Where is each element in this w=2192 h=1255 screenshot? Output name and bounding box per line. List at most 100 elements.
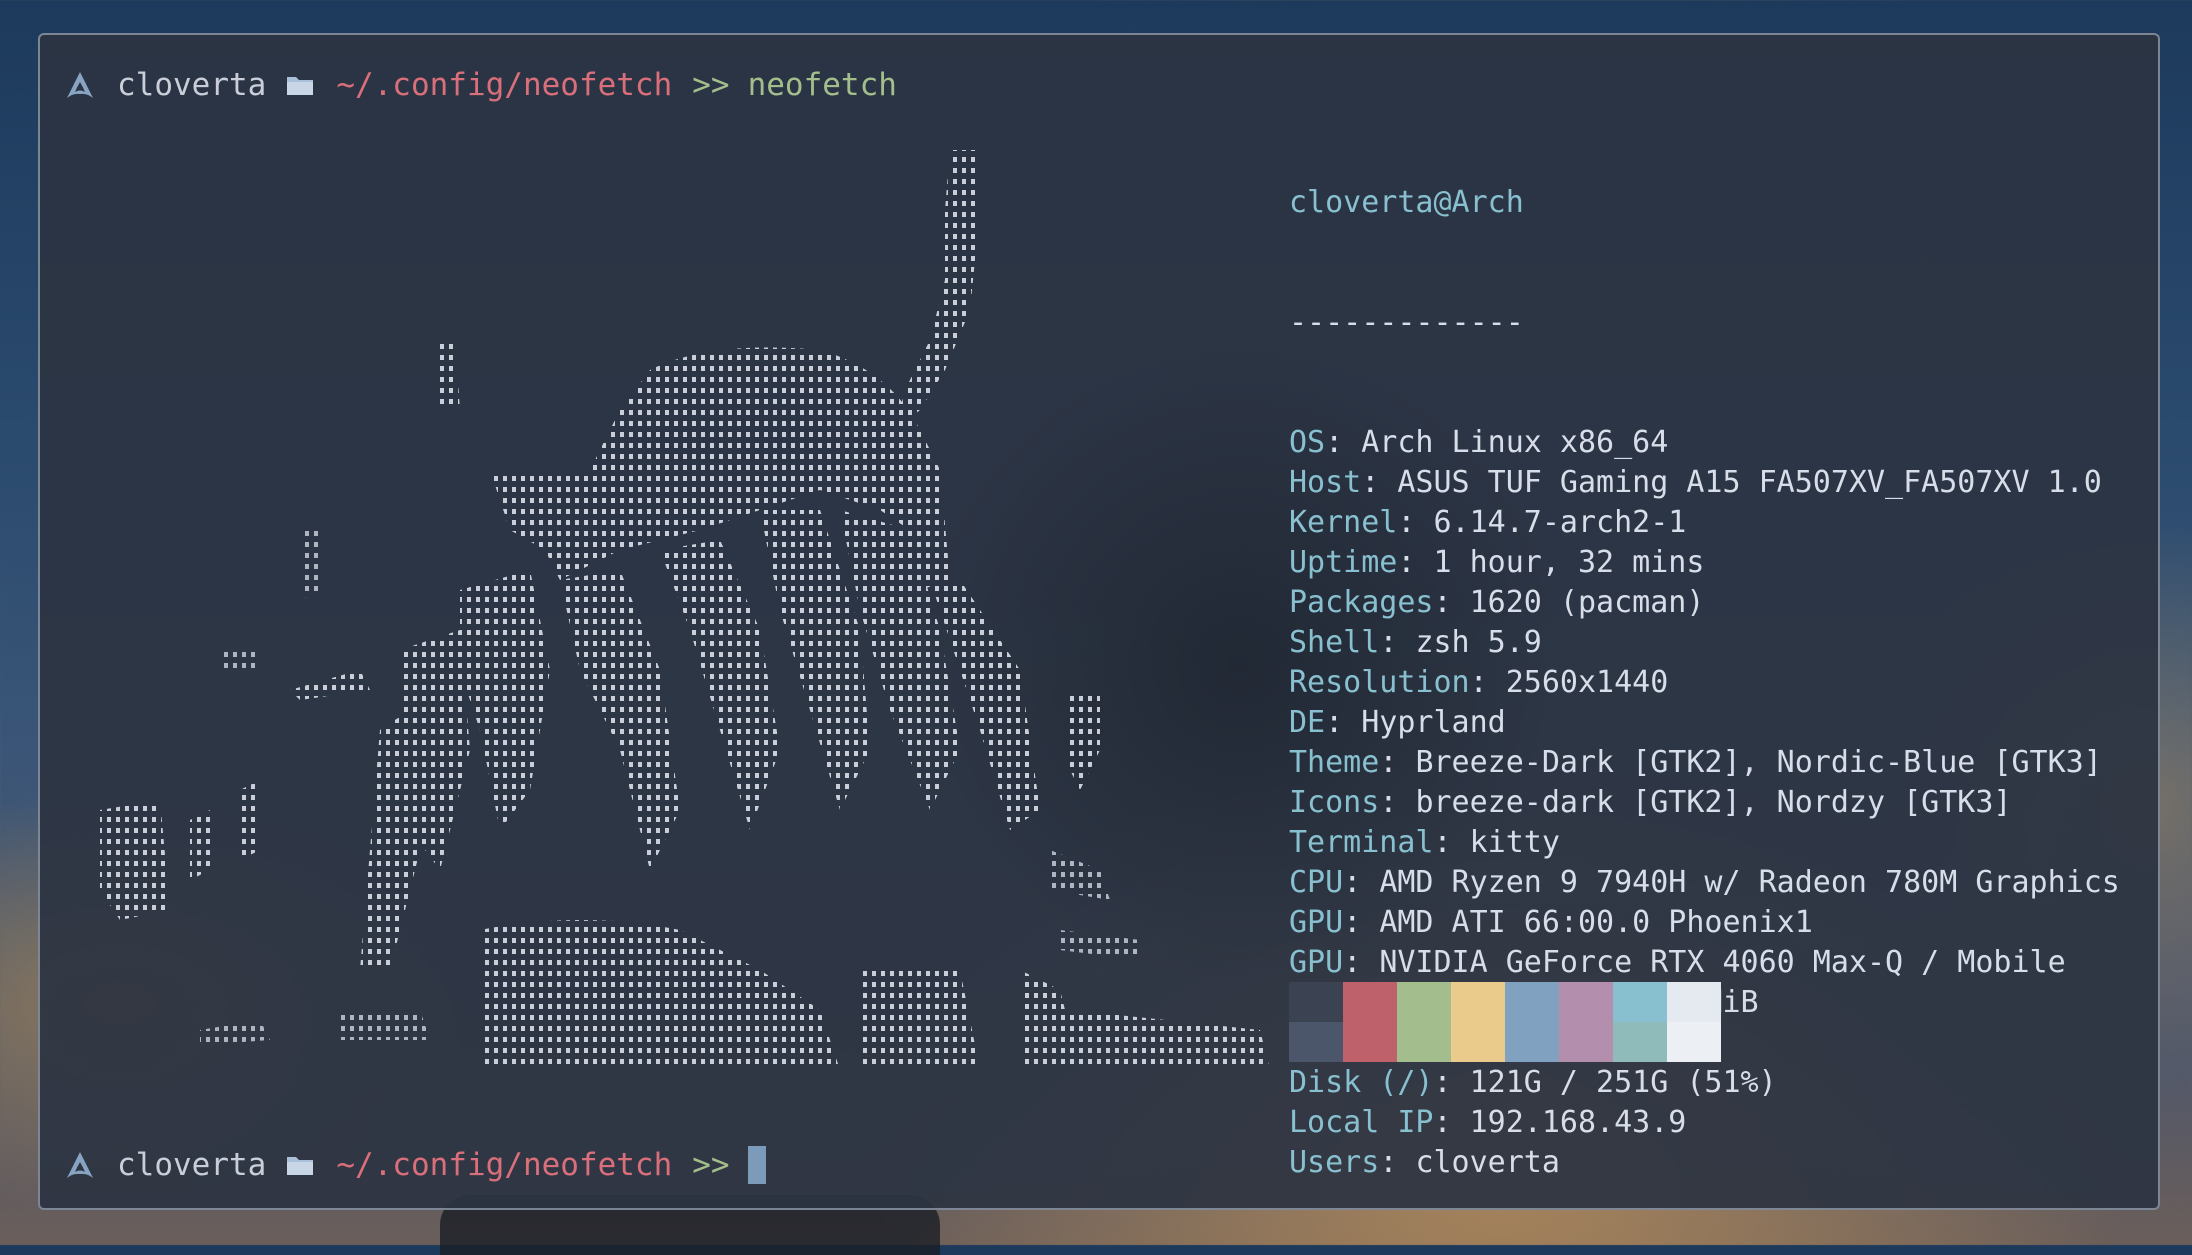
info-colon: : [1379,745,1416,780]
info-key: Theme [1289,745,1380,780]
info-colon: : [1325,705,1362,740]
info-row: Local IP: 192.168.43.9 [1289,1103,2120,1143]
info-key: GPU [1289,945,1344,980]
info-row: Packages: 1620 (pacman) [1289,583,2120,623]
text-cursor[interactable] [747,1146,766,1184]
info-value: 6.14.7-arch2-1 [1433,505,1687,540]
prompt-path: ~/.config/neofetch [336,1147,673,1183]
info-row: GPU: NVIDIA GeForce RTX 4060 Max-Q / Mob… [1289,943,2120,983]
info-colon: : [1469,665,1506,700]
neofetch-ascii-art [100,150,1270,1070]
swatch-normal [1451,982,1505,1022]
info-value: breeze-dark [GTK2], Nordzy [GTK3] [1415,785,2012,820]
swatch-bright [1559,1022,1613,1062]
info-colon: : [1325,425,1362,460]
info-value: AMD ATI 66:00.0 Phoenix1 [1379,905,1813,940]
info-colon: : [1433,1105,1470,1140]
info-row: CPU: AMD Ryzen 9 7940H w/ Radeon 780M Gr… [1289,863,2120,903]
info-colon: : [1343,865,1380,900]
info-colon: : [1379,785,1416,820]
info-value: 1620 (pacman) [1469,585,1705,620]
info-value: Breeze-Dark [GTK2], Nordic-Blue [GTK3] [1415,745,2102,780]
info-row: DE: Hyprland [1289,703,2120,743]
info-value: 121G / 251G (51%) [1469,1065,1777,1100]
info-key: OS [1289,425,1326,460]
info-row: Uptime: 1 hour, 32 mins [1289,543,2120,583]
info-key: Local IP [1289,1105,1434,1140]
prompt-arrow: >> [692,1147,730,1183]
folder-icon [287,77,314,95]
title-separator: ------------- [1289,305,1524,340]
info-value: cloverta [1415,1145,1560,1180]
info-key: Kernel [1289,505,1398,540]
user-host-title: cloverta@Arch [1289,185,1524,220]
info-row: Kernel: 6.14.7-arch2-1 [1289,503,2120,543]
swatch-bright [1397,1022,1451,1062]
swatch-bright [1451,1022,1505,1062]
info-key: DE [1289,705,1326,740]
palette-swatch [1343,982,1397,1062]
kitty-terminal-window[interactable]: cloverta ~/.config/neofetch >> neofetch [38,33,2160,1210]
info-key: Host [1289,465,1362,500]
info-value: 1 hour, 32 mins [1433,545,1705,580]
info-row: OS: Arch Linux x86_64 [1289,423,2120,463]
info-key: Icons [1289,785,1380,820]
palette-swatch [1505,982,1559,1062]
info-value: NVIDIA GeForce RTX 4060 Max-Q / Mobile [1379,945,2066,980]
info-rows: OS: Arch Linux x86_64 Host: ASUS TUF Gami… [1289,423,2120,1183]
info-row: Terminal: kitty [1289,823,2120,863]
info-row: GPU: AMD ATI 66:00.0 Phoenix1 [1289,903,2120,943]
info-row: Theme: Breeze-Dark [GTK2], Nordic-Blue [… [1289,743,2120,783]
swatch-normal [1559,982,1613,1022]
info-row: Icons: breeze-dark [GTK2], Nordzy [GTK3] [1289,783,2120,823]
palette-swatch [1397,982,1451,1062]
color-palette [1289,982,1721,1062]
info-colon: : [1379,625,1416,660]
arch-linux-icon [67,72,93,98]
prompt-command: neofetch [747,67,897,103]
info-colon: : [1433,825,1470,860]
arch-linux-icon [67,1152,93,1178]
info-colon: : [1397,505,1434,540]
info-value: AMD Ryzen 9 7940H w/ Radeon 780M Graphic… [1379,865,2120,900]
swatch-normal [1397,982,1451,1022]
swatch-normal [1343,982,1397,1022]
swatch-normal [1667,982,1721,1022]
prompt-user: cloverta [117,67,267,103]
info-colon: : [1361,465,1398,500]
info-value: ASUS TUF Gaming A15 FA507XV_FA507XV 1.0 [1397,465,2102,500]
info-value: Arch Linux x86_64 [1361,425,1669,460]
info-key: GPU [1289,905,1344,940]
palette-swatch [1451,982,1505,1062]
info-key: Disk (/) [1289,1065,1434,1100]
prompt-user: cloverta [117,1147,267,1183]
folder-icon [287,1157,314,1175]
info-colon: : [1433,585,1470,620]
swatch-bright [1343,1022,1397,1062]
info-key: Shell [1289,625,1380,660]
swatch-bright [1667,1022,1721,1062]
prompt-path: ~/.config/neofetch [336,67,673,103]
palette-swatch [1613,982,1667,1062]
info-value: zsh 5.9 [1415,625,1542,660]
swatch-bright [1613,1022,1667,1062]
palette-swatch [1289,982,1343,1062]
info-row: Shell: zsh 5.9 [1289,623,2120,663]
swatch-bright [1505,1022,1559,1062]
palette-swatch [1559,982,1613,1062]
info-value: Hyprland [1361,705,1506,740]
swatch-normal [1289,982,1343,1022]
prompt-line-active[interactable]: cloverta ~/.config/neofetch >> [65,1145,766,1185]
swatch-normal [1613,982,1667,1022]
info-key: Resolution [1289,665,1470,700]
info-key: Uptime [1289,545,1398,580]
info-row: Users: cloverta [1289,1143,2120,1183]
info-colon: : [1397,545,1434,580]
prompt-line-command: cloverta ~/.config/neofetch >> neofetch [65,65,897,105]
info-colon: : [1379,1145,1416,1180]
info-colon: : [1343,905,1380,940]
prompt-arrow: >> [692,67,730,103]
swatch-normal [1505,982,1559,1022]
info-key: CPU [1289,865,1344,900]
info-row: Host: ASUS TUF Gaming A15 FA507XV_FA507X… [1289,463,2120,503]
